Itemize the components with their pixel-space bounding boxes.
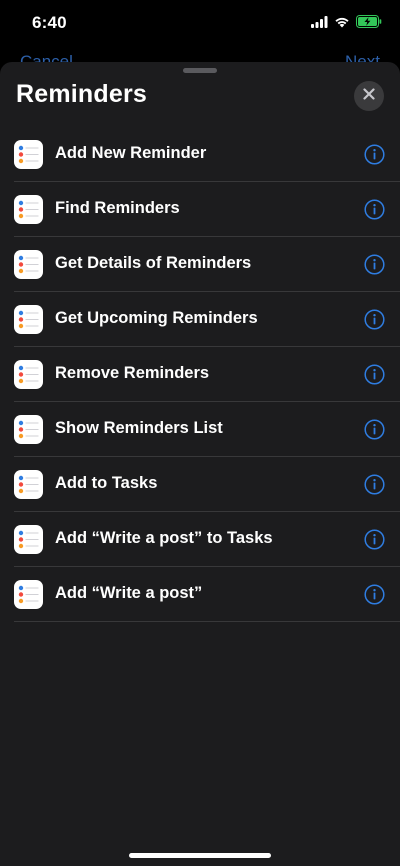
info-icon[interactable]	[364, 199, 385, 220]
reminders-app-icon	[14, 250, 43, 279]
close-button[interactable]	[354, 81, 384, 111]
status-time: 6:40	[32, 13, 67, 32]
status-icons	[311, 15, 382, 33]
action-label: Get Details of Reminders	[55, 254, 252, 272]
info-icon[interactable]	[364, 529, 385, 550]
screen: 6:40 Cancel Next Reminders Add New Remin…	[0, 0, 400, 866]
action-row[interactable]: Find Reminders	[0, 182, 400, 237]
action-label: Find Reminders	[55, 199, 180, 217]
info-icon[interactable]	[364, 364, 385, 385]
sheet-grabber[interactable]	[183, 68, 217, 73]
action-label: Get Upcoming Reminders	[55, 309, 258, 327]
action-row[interactable]: Add to Tasks	[0, 457, 400, 512]
info-icon[interactable]	[364, 309, 385, 330]
action-label: Show Reminders List	[55, 419, 223, 437]
action-label: Add “Write a post”	[55, 584, 203, 602]
action-list: Add New Reminder Find Reminders Get Deta…	[0, 127, 400, 622]
reminders-app-icon	[14, 360, 43, 389]
info-icon[interactable]	[364, 419, 385, 440]
action-row[interactable]: Get Details of Reminders	[0, 237, 400, 292]
reminders-app-icon	[14, 140, 43, 169]
signal-icon	[311, 15, 328, 33]
sheet-title: Reminders	[16, 80, 148, 108]
reminders-app-icon	[14, 195, 43, 224]
action-row[interactable]: Show Reminders List	[0, 402, 400, 457]
reminders-app-icon	[14, 415, 43, 444]
action-row[interactable]: Remove Reminders	[0, 347, 400, 402]
info-icon[interactable]	[364, 254, 385, 275]
reminders-app-icon	[14, 525, 43, 554]
home-indicator[interactable]	[129, 853, 271, 858]
action-label: Add to Tasks	[55, 474, 158, 492]
info-icon[interactable]	[364, 584, 385, 605]
reminders-app-icon	[14, 470, 43, 499]
action-row[interactable]: Add “Write a post”	[0, 567, 400, 622]
close-icon	[363, 87, 375, 105]
status-bar: 6:40	[0, 0, 400, 46]
action-row[interactable]: Add “Write a post” to Tasks	[0, 512, 400, 567]
reminders-sheet: Reminders Add New Reminder Find Reminder…	[0, 62, 400, 866]
action-row[interactable]: Add New Reminder	[0, 127, 400, 182]
action-label: Add “Write a post” to Tasks	[55, 529, 273, 547]
battery-charging-icon	[356, 15, 382, 33]
reminders-app-icon	[14, 580, 43, 609]
info-icon[interactable]	[364, 474, 385, 495]
action-label: Remove Reminders	[55, 364, 210, 382]
action-row[interactable]: Get Upcoming Reminders	[0, 292, 400, 347]
info-icon[interactable]	[364, 144, 385, 165]
reminders-app-icon	[14, 305, 43, 334]
wifi-icon	[334, 15, 350, 33]
action-label: Add New Reminder	[55, 144, 207, 162]
